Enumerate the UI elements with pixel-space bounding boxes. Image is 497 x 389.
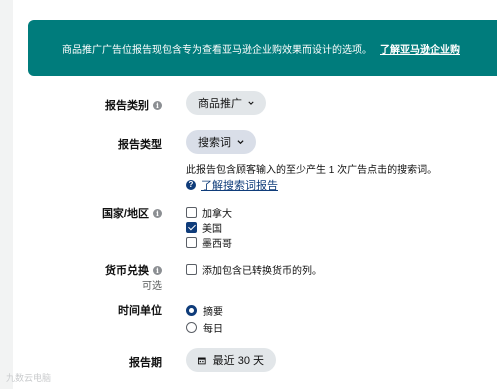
watermark: 九数云电脑: [6, 373, 52, 383]
radio-daily[interactable]: [186, 322, 197, 333]
info-icon[interactable]: i: [153, 209, 162, 218]
checkbox-usa[interactable]: [186, 222, 197, 233]
question-circle-icon: ?: [186, 180, 196, 190]
learn-business-link[interactable]: 了解亚马逊企业购: [380, 41, 460, 56]
country-option-usa[interactable]: 美国: [186, 220, 222, 235]
calendar-icon: [198, 357, 206, 364]
report-period-label: 报告期: [129, 357, 162, 369]
country-option-canada[interactable]: 加拿大: [186, 205, 232, 220]
checkbox-canada[interactable]: [186, 207, 197, 218]
info-banner: 商品推广广告位报告现包含专为查看亚马逊企业购效果而设计的选项。 了解亚马逊企业购: [28, 20, 497, 76]
checkbox-currency[interactable]: [186, 264, 197, 275]
info-icon[interactable]: i: [153, 101, 162, 110]
report-category-label: 报告类别 i: [80, 97, 162, 113]
chevron-down-icon: [237, 140, 244, 145]
time-unit-daily[interactable]: 每日: [186, 320, 223, 335]
report-type-value: 搜索词: [198, 137, 231, 149]
chevron-down-icon: [248, 101, 254, 105]
country-region-label: 国家/地区 i: [80, 205, 162, 221]
report-period-dropdown[interactable]: 最近 30 天: [186, 348, 276, 372]
report-type-label: 报告类型: [118, 139, 162, 151]
report-category-dropdown[interactable]: 商品推广: [186, 91, 266, 115]
learn-search-term-report-link[interactable]: 了解搜索词报告: [201, 177, 278, 193]
report-type-help: ? 了解搜索词报告: [186, 177, 278, 193]
report-category-value: 商品推广: [198, 98, 242, 110]
time-unit-summary[interactable]: 摘要: [186, 303, 223, 318]
left-sidebar-strip: [0, 0, 13, 389]
currency-optional-label: 可选: [142, 281, 162, 292]
report-period-value: 最近 30 天: [212, 355, 264, 367]
banner-text: 商品推广广告位报告现包含专为查看亚马逊企业购效果而设计的选项。: [62, 44, 372, 56]
report-type-dropdown[interactable]: 搜索词: [186, 130, 256, 154]
currency-label: 货币兑换 i: [80, 262, 162, 278]
info-icon[interactable]: i: [153, 266, 162, 275]
time-unit-label: 时间单位: [118, 305, 162, 317]
radio-summary[interactable]: [186, 305, 197, 316]
checkbox-mexico[interactable]: [186, 237, 197, 248]
report-type-description: 此报告包含顾客输入的至少产生 1 次广告点击的搜索词。: [186, 165, 438, 176]
country-option-mexico[interactable]: 墨西哥: [186, 235, 232, 250]
currency-option[interactable]: 添加包含已转换货币的列。: [186, 262, 322, 277]
